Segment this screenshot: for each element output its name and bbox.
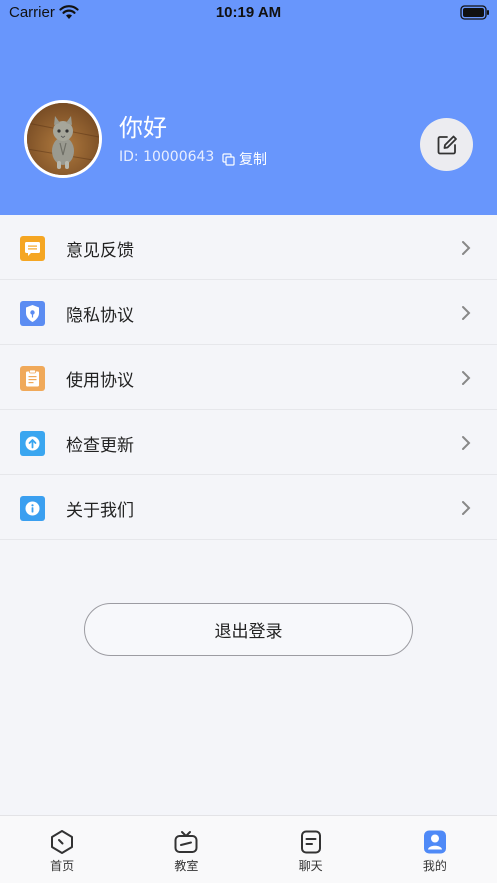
tab-home[interactable]: 首页 — [0, 816, 124, 883]
menu-item-feedback[interactable]: 意见反馈 — [0, 215, 497, 280]
update-arrow-icon — [20, 431, 45, 456]
chat-icon — [300, 830, 321, 854]
username: 你好 — [119, 114, 167, 142]
menu-item-label: 隐私协议 — [66, 306, 134, 326]
cat-photo-icon — [27, 103, 99, 175]
menu-item-privacy[interactable]: 隐私协议 — [0, 280, 497, 345]
tab-bar: 首页 教室 聊天 我的 — [0, 815, 497, 883]
tab-label: 我的 — [422, 859, 447, 873]
settings-menu: 意见反馈 隐私协议 使用协议 检查更新 关于我们 — [0, 215, 497, 540]
chevron-right-icon — [462, 371, 471, 385]
info-icon — [20, 496, 45, 521]
menu-item-check-update[interactable]: 检查更新 — [0, 410, 497, 475]
tab-chat[interactable]: 聊天 — [249, 816, 373, 883]
clock: 10:19 AM — [215, 4, 282, 21]
profile-header: Carrier 10:19 AM 你好 ID: 10000643 复制 — [0, 0, 497, 215]
tab-label: 聊天 — [298, 859, 323, 873]
battery-icon — [460, 5, 489, 20]
edit-profile-button[interactable] — [420, 118, 473, 171]
home-icon — [51, 830, 74, 854]
copy-icon — [222, 152, 235, 166]
menu-item-about[interactable]: 关于我们 — [0, 475, 497, 540]
tab-label: 首页 — [50, 859, 75, 873]
menu-item-terms[interactable]: 使用协议 — [0, 345, 497, 410]
profile-icon — [423, 830, 446, 854]
tab-mine[interactable]: 我的 — [373, 816, 497, 883]
tab-label: 教室 — [174, 859, 199, 873]
menu-item-label: 关于我们 — [66, 501, 134, 521]
feedback-icon — [20, 236, 45, 261]
menu-item-label: 使用协议 — [66, 371, 134, 391]
chevron-right-icon — [462, 501, 471, 515]
logout-button[interactable]: 退出登录 — [84, 603, 413, 656]
user-id: ID: 10000643 — [119, 149, 215, 165]
copy-id-button[interactable]: 复制 — [222, 149, 267, 169]
menu-item-label: 检查更新 — [66, 436, 134, 456]
tab-classroom[interactable]: 教室 — [124, 816, 248, 883]
clipboard-icon — [20, 366, 45, 391]
avatar[interactable] — [24, 100, 102, 178]
status-bar: Carrier 10:19 AM — [0, 0, 497, 26]
privacy-shield-icon — [20, 301, 45, 326]
chevron-right-icon — [462, 436, 471, 450]
chevron-right-icon — [462, 241, 471, 255]
chevron-right-icon — [462, 306, 471, 320]
edit-icon — [437, 135, 457, 154]
menu-item-label: 意见反馈 — [66, 241, 134, 261]
copy-label: 复制 — [239, 152, 267, 168]
tv-icon — [174, 831, 198, 853]
